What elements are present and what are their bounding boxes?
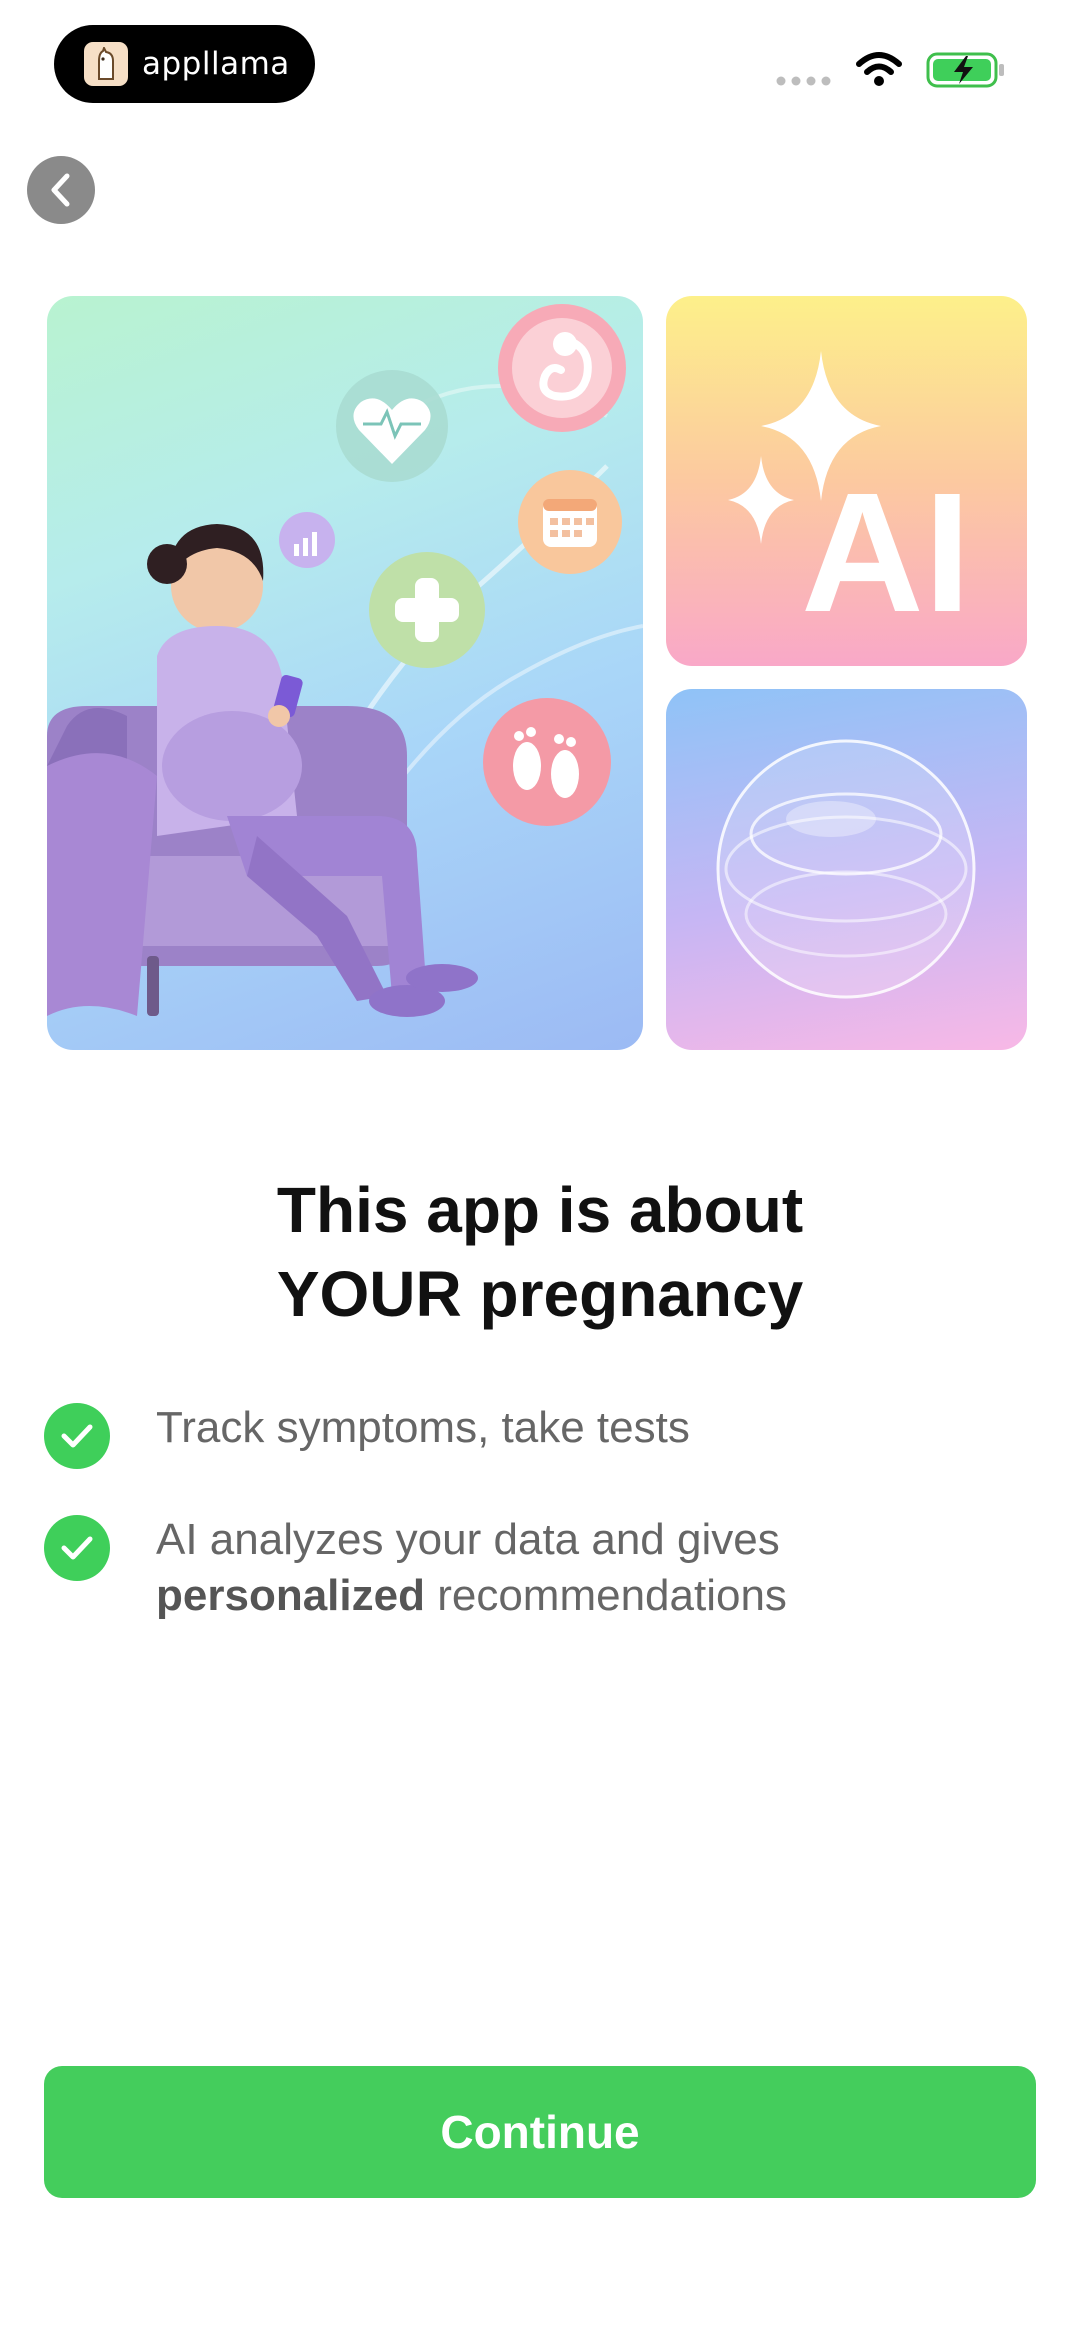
continue-button[interactable]: Continue xyxy=(44,2066,1036,2198)
calendar-icon xyxy=(518,470,622,574)
check-icon xyxy=(44,1515,110,1581)
back-button[interactable] xyxy=(27,156,95,224)
sphere-tile xyxy=(666,689,1027,1050)
title-line-2: YOUR pregnancy xyxy=(276,1258,804,1330)
plus-icon xyxy=(369,552,485,668)
check-icon xyxy=(44,1403,110,1469)
glass-sphere-icon xyxy=(716,739,976,999)
cellular-signal-icon xyxy=(776,76,831,86)
fetus-icon xyxy=(498,304,626,432)
brand-name: appllama xyxy=(142,46,290,82)
pregnancy-illustration xyxy=(47,296,643,1050)
llama-logo-icon xyxy=(84,42,128,86)
ai-tile: AI xyxy=(666,296,1027,666)
chart-icon xyxy=(279,512,335,568)
heart-pulse-icon xyxy=(336,370,448,482)
feature-text: Track symptoms, take tests xyxy=(156,1403,690,1452)
status-icons xyxy=(776,48,1006,94)
brand-pill: appllama xyxy=(54,25,315,103)
baby-feet-icon xyxy=(483,698,611,826)
wifi-icon xyxy=(856,52,902,86)
battery-charging-icon xyxy=(926,52,1004,88)
page-title: This app is about YOUR pregnancy xyxy=(0,1168,1080,1336)
title-line-1: This app is about xyxy=(276,1174,804,1246)
onboarding-screen: appllama AI This app is about YOUR pregn… xyxy=(0,0,1080,2337)
feature-text-emphasis: personalized xyxy=(156,1571,425,1620)
feature-text-line-1: AI analyzes your data and gives xyxy=(156,1515,780,1564)
ai-tile-text: AI xyxy=(801,458,971,648)
feature-text-rest: recommendations xyxy=(424,1571,787,1620)
chevron-left-icon xyxy=(51,173,70,207)
feature-text: AI analyzes your data and gives personal… xyxy=(156,1512,1026,1624)
